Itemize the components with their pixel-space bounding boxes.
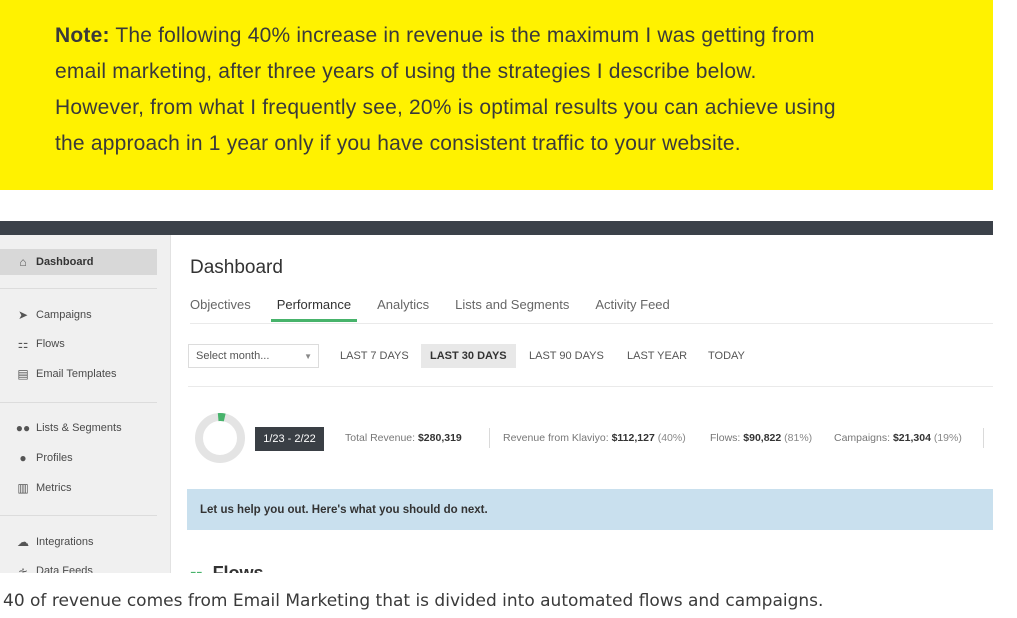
help-banner[interactable]: Let us help you out. Here's what you sho… <box>187 489 993 530</box>
klaviyo-screenshot: ⌂ Dashboard ➤ Campaigns ⚏ Flows ▤ Email … <box>0 221 993 573</box>
stat-flows: Flows: $90,822 (81%) <box>710 432 812 444</box>
sidebar-item-label: Campaigns <box>36 309 92 321</box>
sidebar-item-data-feeds[interactable]: ∻ Data Feeds <box>0 558 157 573</box>
sidebar-item-campaigns[interactable]: ➤ Campaigns <box>0 302 157 328</box>
month-select-value: Select month... <box>196 350 270 362</box>
tab-activity-feed[interactable]: Activity Feed <box>595 297 669 322</box>
sidebar-item-label: Profiles <box>36 452 73 464</box>
sidebar-item-label: Lists & Segments <box>36 422 122 434</box>
sidebar-divider <box>0 402 157 403</box>
flows-icon: ⚏ <box>190 565 203 573</box>
paper-plane-icon: ➤ <box>17 308 29 322</box>
flows-heading: ⚏ Flows <box>190 563 264 573</box>
template-icon: ▤ <box>17 367 29 381</box>
stat-value: $280,319 <box>417 432 462 444</box>
range-last-year[interactable]: LAST YEAR <box>618 344 696 368</box>
sidebar-item-label: Data Feeds <box>36 565 93 573</box>
note-text-1: The following 40% increase in revenue is… <box>115 24 815 47</box>
range-today[interactable]: TODAY <box>699 344 754 368</box>
date-range-badge: 1/23 - 2/22 <box>255 427 324 451</box>
tab-bar: Objectives Performance Analytics Lists a… <box>190 297 670 322</box>
cloud-icon: ☁ <box>17 535 29 549</box>
note-line-3: However, from what I frequently see, 20%… <box>55 96 836 119</box>
stat-total-revenue: Total Revenue: $280,319 <box>345 432 462 444</box>
stat-value: $112,127 <box>611 432 655 444</box>
sidebar-divider <box>0 515 157 516</box>
page-title: Dashboard <box>190 257 283 278</box>
sidebar-item-dashboard[interactable]: ⌂ Dashboard <box>0 249 157 275</box>
stat-divider <box>983 428 984 448</box>
main-content: Dashboard Objectives Performance Analyti… <box>171 235 993 573</box>
sidebar-item-flows[interactable]: ⚏ Flows <box>0 331 157 357</box>
sidebar-item-label: Email Templates <box>36 368 117 380</box>
note-label: Note: <box>55 24 110 47</box>
sidebar-item-metrics[interactable]: ▥ Metrics <box>0 475 157 501</box>
sidebar-item-profiles[interactable]: ● Profiles <box>0 445 157 471</box>
stat-label: Campaigns: <box>834 432 891 444</box>
donut-track <box>195 413 245 463</box>
sidebar-item-label: Metrics <box>36 482 72 494</box>
stat-label: Flows: <box>710 432 741 444</box>
revenue-donut-chart <box>195 413 245 463</box>
tab-performance[interactable]: Performance <box>270 297 358 322</box>
sidebar-item-label: Dashboard <box>36 256 94 268</box>
stat-percent: (81%) <box>784 432 813 444</box>
stat-value: $21,304 <box>892 432 931 444</box>
stat-percent: (19%) <box>933 432 962 444</box>
sidebar-item-integrations[interactable]: ☁ Integrations <box>0 529 157 555</box>
filters-divider <box>188 386 993 387</box>
range-last-30-days[interactable]: LAST 30 DAYS <box>421 344 516 368</box>
bar-chart-icon: ▥ <box>17 481 29 495</box>
stat-campaigns: Campaigns: $21,304 (19%) <box>834 432 962 444</box>
stat-label: Revenue from Klaviyo: <box>503 432 609 444</box>
user-icon: ● <box>19 451 27 465</box>
stat-label: Total Revenue: <box>345 432 416 444</box>
stat-divider <box>489 428 490 448</box>
month-select[interactable]: Select month... ▼ <box>188 344 319 368</box>
stat-percent: (40%) <box>657 432 686 444</box>
tab-objectives[interactable]: Objectives <box>190 297 251 322</box>
note-box: Note: The following 40% increase in reve… <box>0 0 993 190</box>
sidebar: ⌂ Dashboard ➤ Campaigns ⚏ Flows ▤ Email … <box>0 235 171 573</box>
sidebar-item-label: Flows <box>36 338 65 350</box>
rss-icon: ∻ <box>17 564 29 573</box>
note-line-4: the approach in 1 year only if you have … <box>55 132 741 155</box>
chevron-down-icon: ▼ <box>304 352 312 361</box>
note-line-2: email marketing, after three years of us… <box>55 60 757 83</box>
range-last-90-days[interactable]: LAST 90 DAYS <box>520 344 613 368</box>
flows-heading-label: Flows <box>212 563 264 573</box>
home-icon: ⌂ <box>19 255 27 269</box>
sidebar-divider <box>0 288 157 289</box>
tabs-divider <box>190 323 993 324</box>
stat-klaviyo-revenue: Revenue from Klaviyo: $112,127 (40%) <box>503 432 686 444</box>
flows-icon: ⚏ <box>17 337 29 351</box>
top-bar <box>0 221 993 235</box>
stat-value: $90,822 <box>743 432 782 444</box>
tab-analytics[interactable]: Analytics <box>377 297 429 322</box>
sidebar-item-label: Integrations <box>36 536 94 548</box>
range-last-7-days[interactable]: LAST 7 DAYS <box>331 344 418 368</box>
sidebar-item-email-templates[interactable]: ▤ Email Templates <box>0 361 157 387</box>
note-line-1: Note: The following 40% increase in reve… <box>55 18 993 54</box>
image-caption: 40 of revenue comes from Email Marketing… <box>3 591 824 611</box>
sidebar-item-lists-segments[interactable]: ●● Lists & Segments <box>0 415 157 441</box>
users-icon: ●● <box>15 421 31 435</box>
tab-lists-and-segments[interactable]: Lists and Segments <box>455 297 569 322</box>
